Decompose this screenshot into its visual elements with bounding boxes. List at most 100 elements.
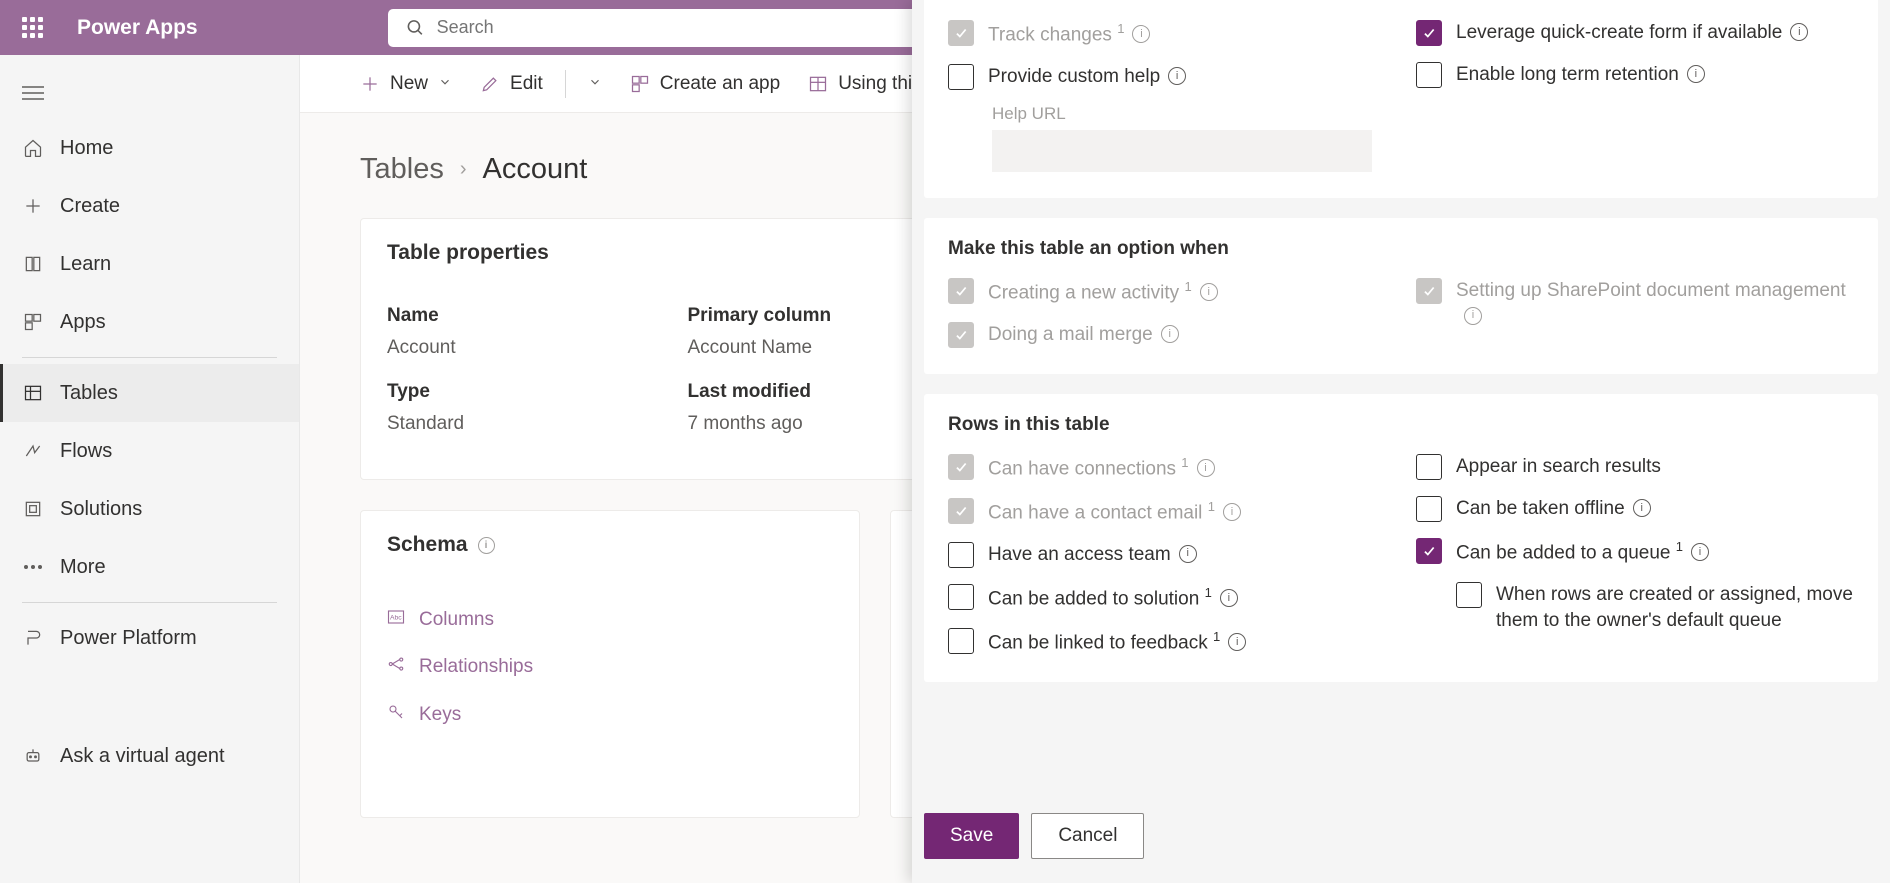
option-label: Creating a new activity 1i — [988, 278, 1218, 306]
left-navigation: Home Create Learn Apps Tables Flows Solu… — [0, 55, 300, 883]
prop-value-type: Standard — [387, 409, 688, 451]
option-label: Setting up SharePoint document managemen… — [1456, 278, 1854, 329]
powerplatform-icon — [22, 627, 44, 649]
cmd-label: Create an app — [660, 73, 780, 95]
checkbox-linked-feedback[interactable] — [948, 628, 974, 654]
chevron-right-icon: › — [460, 158, 467, 181]
info-icon[interactable]: i — [478, 537, 495, 554]
chevron-down-icon — [438, 73, 452, 95]
nav-label: Solutions — [60, 498, 142, 521]
option-label: Appear in search results — [1456, 454, 1661, 480]
breadcrumb-current: Account — [483, 153, 588, 186]
help-url-input[interactable] — [992, 130, 1372, 172]
info-icon[interactable]: i — [1161, 325, 1179, 343]
option-label: Can have a contact email 1i — [988, 498, 1241, 526]
info-icon[interactable]: i — [1132, 25, 1150, 43]
nav-item-more[interactable]: More — [0, 538, 299, 596]
info-icon[interactable]: i — [1464, 307, 1482, 325]
option-label: Can have connections 1i — [988, 454, 1215, 482]
checkbox-quick-create[interactable] — [1416, 20, 1442, 46]
pencil-icon — [480, 74, 500, 94]
link-label: Keys — [419, 704, 461, 726]
checkbox-connections — [948, 454, 974, 480]
prop-value-name: Account — [387, 333, 688, 375]
checkbox-added-solution[interactable] — [948, 584, 974, 610]
checkbox-search-results[interactable] — [1416, 454, 1442, 480]
nav-item-virtual-agent[interactable]: Ask a virtual agent — [0, 727, 299, 785]
nav-label: Tables — [60, 382, 118, 405]
option-label: Leverage quick-create form if availablei — [1456, 20, 1808, 46]
cmd-edit-dropdown[interactable] — [578, 73, 612, 95]
option-label: Can be taken offlinei — [1456, 496, 1651, 522]
nav-item-power-platform[interactable]: Power Platform — [0, 609, 299, 667]
table-settings-panel: Track changes 1i Provide custom helpi He… — [912, 0, 1890, 883]
schema-link-keys[interactable]: Keys — [387, 691, 833, 739]
info-icon[interactable]: i — [1168, 67, 1186, 85]
nav-label: Flows — [60, 440, 112, 463]
option-label: Track changes 1i — [988, 20, 1150, 48]
nav-item-create[interactable]: Create — [0, 177, 299, 235]
info-icon[interactable]: i — [1790, 23, 1808, 41]
breadcrumb-parent[interactable]: Tables — [360, 153, 444, 186]
info-icon[interactable]: i — [1200, 283, 1218, 301]
checkbox-move-queue[interactable] — [1456, 582, 1482, 608]
app-launcher-button[interactable] — [0, 17, 65, 38]
nav-item-solutions[interactable]: Solutions — [0, 480, 299, 538]
cmd-new[interactable]: New — [350, 73, 462, 95]
table-icon — [808, 74, 828, 94]
option-label: Have an access teami — [988, 542, 1197, 568]
columns-icon: Abc — [387, 609, 405, 631]
option-label: When rows are created or assigned, move … — [1496, 582, 1854, 633]
search-icon — [406, 18, 425, 38]
schema-link-relationships[interactable]: Relationships — [387, 643, 833, 691]
cmd-create-app[interactable]: Create an app — [620, 73, 790, 95]
nav-item-home[interactable]: Home — [0, 119, 299, 177]
home-icon — [22, 137, 44, 159]
prop-label-type: Type — [387, 381, 688, 403]
nav-label: More — [60, 556, 106, 579]
checkbox-added-queue[interactable] — [1416, 538, 1442, 564]
checkbox-contact-email — [948, 498, 974, 524]
more-icon — [22, 556, 44, 578]
plus-icon — [22, 195, 44, 217]
info-icon[interactable]: i — [1687, 65, 1705, 83]
section-title: Rows in this table — [948, 414, 1854, 436]
apps-icon — [22, 311, 44, 333]
save-button[interactable]: Save — [924, 813, 1019, 859]
checkbox-provide-help[interactable] — [948, 64, 974, 90]
info-icon[interactable]: i — [1223, 503, 1241, 521]
checkbox-taken-offline[interactable] — [1416, 496, 1442, 522]
checkbox-access-team[interactable] — [948, 542, 974, 568]
nav-item-flows[interactable]: Flows — [0, 422, 299, 480]
option-label: Can be added to a queue 1i — [1456, 538, 1709, 566]
svg-text:Abc: Abc — [390, 614, 402, 621]
prop-label-name: Name — [387, 305, 688, 327]
nav-divider — [22, 357, 277, 358]
nav-collapse-button[interactable] — [0, 67, 299, 119]
link-label: Columns — [419, 609, 494, 631]
checkbox-long-term-retention[interactable] — [1416, 62, 1442, 88]
nav-label: Power Platform — [60, 627, 197, 650]
cancel-button[interactable]: Cancel — [1031, 813, 1144, 859]
cmd-label: New — [390, 73, 428, 95]
checkbox-sharepoint — [1416, 278, 1442, 304]
info-icon[interactable]: i — [1691, 543, 1709, 561]
info-icon[interactable]: i — [1228, 633, 1246, 651]
relationships-icon — [387, 655, 405, 679]
nav-item-learn[interactable]: Learn — [0, 235, 299, 293]
info-icon[interactable]: i — [1220, 589, 1238, 607]
schema-link-columns[interactable]: Abc Columns — [387, 597, 833, 643]
nav-label: Learn — [60, 253, 111, 276]
option-label: Doing a mail mergei — [988, 322, 1179, 348]
nav-item-apps[interactable]: Apps — [0, 293, 299, 351]
solutions-icon — [22, 498, 44, 520]
schema-card: Schema i Abc Columns Relationships Keys — [360, 510, 860, 818]
info-icon[interactable]: i — [1197, 459, 1215, 477]
app-icon — [630, 74, 650, 94]
plus-icon — [360, 74, 380, 94]
info-icon[interactable]: i — [1179, 545, 1197, 563]
cmd-edit[interactable]: Edit — [470, 73, 553, 95]
option-label: Provide custom helpi — [988, 64, 1186, 90]
info-icon[interactable]: i — [1633, 499, 1651, 517]
nav-item-tables[interactable]: Tables — [0, 364, 299, 422]
